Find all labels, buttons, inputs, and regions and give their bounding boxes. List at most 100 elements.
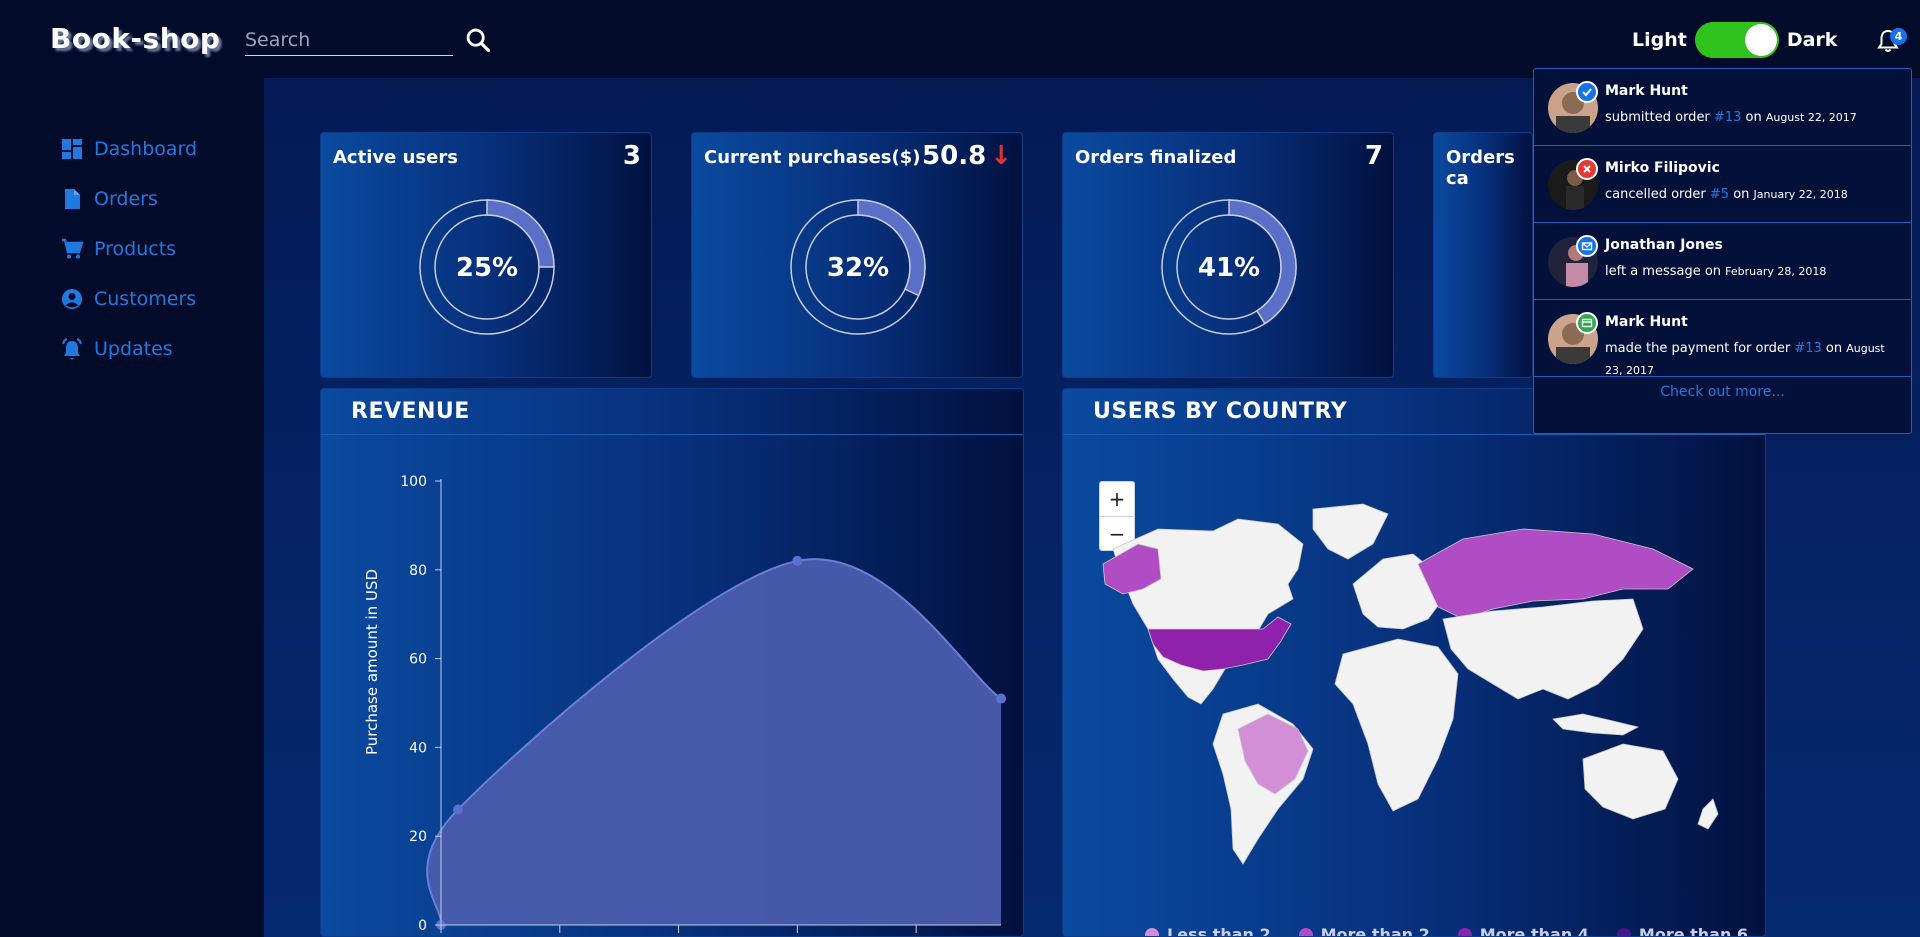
notification-text-before: made the payment for order [1605,341,1795,356]
search-field[interactable] [245,24,453,56]
notification-name: Jonathan Jones [1605,237,1723,253]
users-by-country-panel: USERS BY COUNTRY + − Less than 2 More th… [1062,388,1766,937]
revenue-panel: REVENUE 0204060801001. Jan8. Jan15. Jan2… [320,388,1024,937]
dark-label: Dark [1786,29,1838,51]
toggle-knob[interactable] [1744,24,1777,56]
notification-text-before: left a message on [1605,264,1726,279]
data-point [996,693,1006,704]
cart-icon [62,238,84,259]
legend-item[interactable]: More than 6 [1616,925,1749,937]
search-input[interactable] [245,24,453,55]
sidebar: Dashboard Orders Products Customers Upda… [60,124,260,374]
y-tick-label: 0 [418,918,427,934]
revenue-title: REVENUE [321,389,1023,435]
notification-text-after: on [1729,187,1754,202]
legend-label: More than 2 [1320,925,1430,937]
dashboard-icon [62,139,82,159]
y-axis-label: Purchase amount in USD [363,569,381,755]
active-users-card: Active users 3 25% [320,132,652,378]
alarm-icon [62,338,82,360]
y-tick-label: 20 [409,829,427,845]
sidebar-item-label: Products [94,238,177,260]
map-region-asia[interactable] [1442,598,1644,700]
data-point [452,804,463,815]
y-tick-label: 80 [409,563,427,579]
legend-label: More than 4 [1479,925,1589,937]
legend-dot [1457,927,1472,936]
data-point [792,555,803,566]
progress-donut: 25% [419,199,555,335]
mail-icon [1576,235,1598,257]
sidebar-item-label: Dashboard [94,138,198,160]
theme-switch: Light Dark [1632,22,1837,58]
y-tick-label: 100 [400,474,427,490]
credit-card-icon [1576,312,1598,334]
notification-name: Mirko Filipovic [1605,160,1720,176]
notification-item[interactable]: Mark Hunt submitted order #13 on August … [1534,69,1911,146]
sidebar-item-label: Orders [94,188,158,210]
donut-percent: 25% [456,253,518,283]
sidebar-item-label: Updates [94,338,173,360]
card-title: Current purchases($) [704,147,921,168]
world-map[interactable] [1063,489,1766,909]
notifications-dropdown: Mark Hunt submitted order #13 on August … [1533,68,1912,434]
app-logo[interactable]: Book-shop [50,22,220,55]
notification-text-before: submitted order [1605,110,1714,125]
notification-item[interactable]: Mirko Filipovic cancelled order #5 on Ja… [1534,146,1911,223]
map-region-new-zealand[interactable] [1697,798,1719,830]
notification-item[interactable]: Mark Hunt made the payment for order #13… [1534,300,1911,377]
sidebar-item-updates[interactable]: Updates [60,324,260,374]
order-ref-link[interactable]: #13 [1714,110,1741,125]
revenue-chart: 0204060801001. Jan8. Jan15. Jan22. Jan29… [363,474,1006,934]
legend-item[interactable]: More than 2 [1298,925,1430,937]
legend-item[interactable]: Less than 2 [1145,925,1271,937]
sidebar-item-products[interactable]: Products [60,224,260,274]
legend-item[interactable]: More than 4 [1457,925,1589,937]
notification-text: left a message on February 28, 2018 [1605,261,1905,283]
map-region-australia[interactable] [1582,743,1679,820]
close-icon [1576,158,1598,180]
top-bar: Book-shop Light Dark 4 [0,0,1920,78]
notification-name: Mark Hunt [1605,83,1688,99]
map-region-indonesia[interactable] [1552,713,1640,736]
current-purchases-card: Current purchases($) 50.8 ↓ 32% [691,132,1023,378]
notification-name: Mark Hunt [1605,314,1688,330]
notification-count-badge: 4 [1890,28,1907,45]
order-ref-link[interactable]: #13 [1794,341,1821,356]
map-region-africa[interactable] [1334,638,1459,812]
card-value: 7 [1364,141,1383,171]
card-value: 50.8 ↓ [922,141,1012,171]
legend-label: More than 6 [1638,925,1749,937]
sidebar-item-orders[interactable]: Orders [60,174,260,224]
check-icon [1576,81,1598,103]
legend-label: Less than 2 [1167,925,1271,937]
sidebar-item-customers[interactable]: Customers [60,274,260,324]
orders-cancelled-card: Orders ca [1433,132,1551,378]
account-icon [62,289,82,309]
card-title: Orders finalized [1075,147,1237,168]
donut-percent: 32% [827,253,889,283]
order-ref-link[interactable]: #5 [1710,187,1729,202]
notification-date: February 28, 2018 [1725,265,1827,278]
map-region-greenland[interactable] [1312,503,1389,560]
card-title: Active users [333,147,458,168]
progress-donut: 41% [1161,199,1297,335]
map-legend: Less than 2 More than 2 More than 4 More… [1145,925,1749,937]
card-value-number: 50.8 [922,141,987,171]
search-icon[interactable] [464,26,492,54]
theme-toggle[interactable] [1694,22,1779,58]
y-tick-label: 40 [409,740,427,756]
sidebar-item-dashboard[interactable]: Dashboard [60,124,260,174]
document-icon [65,189,80,209]
card-title: Orders ca [1446,147,1515,189]
notification-text: submitted order #13 on August 22, 2017 [1605,107,1905,129]
sidebar-item-label: Customers [94,288,197,310]
arrow-down-icon: ↓ [990,141,1012,171]
card-value: 3 [622,141,641,171]
legend-dot [1298,927,1313,936]
notification-item[interactable]: Jonathan Jones left a message on Februar… [1534,223,1911,300]
area-fill [427,559,1001,925]
donut-percent: 41% [1198,253,1260,283]
notification-text-after: on [1821,341,1847,356]
y-tick-label: 60 [409,652,427,668]
